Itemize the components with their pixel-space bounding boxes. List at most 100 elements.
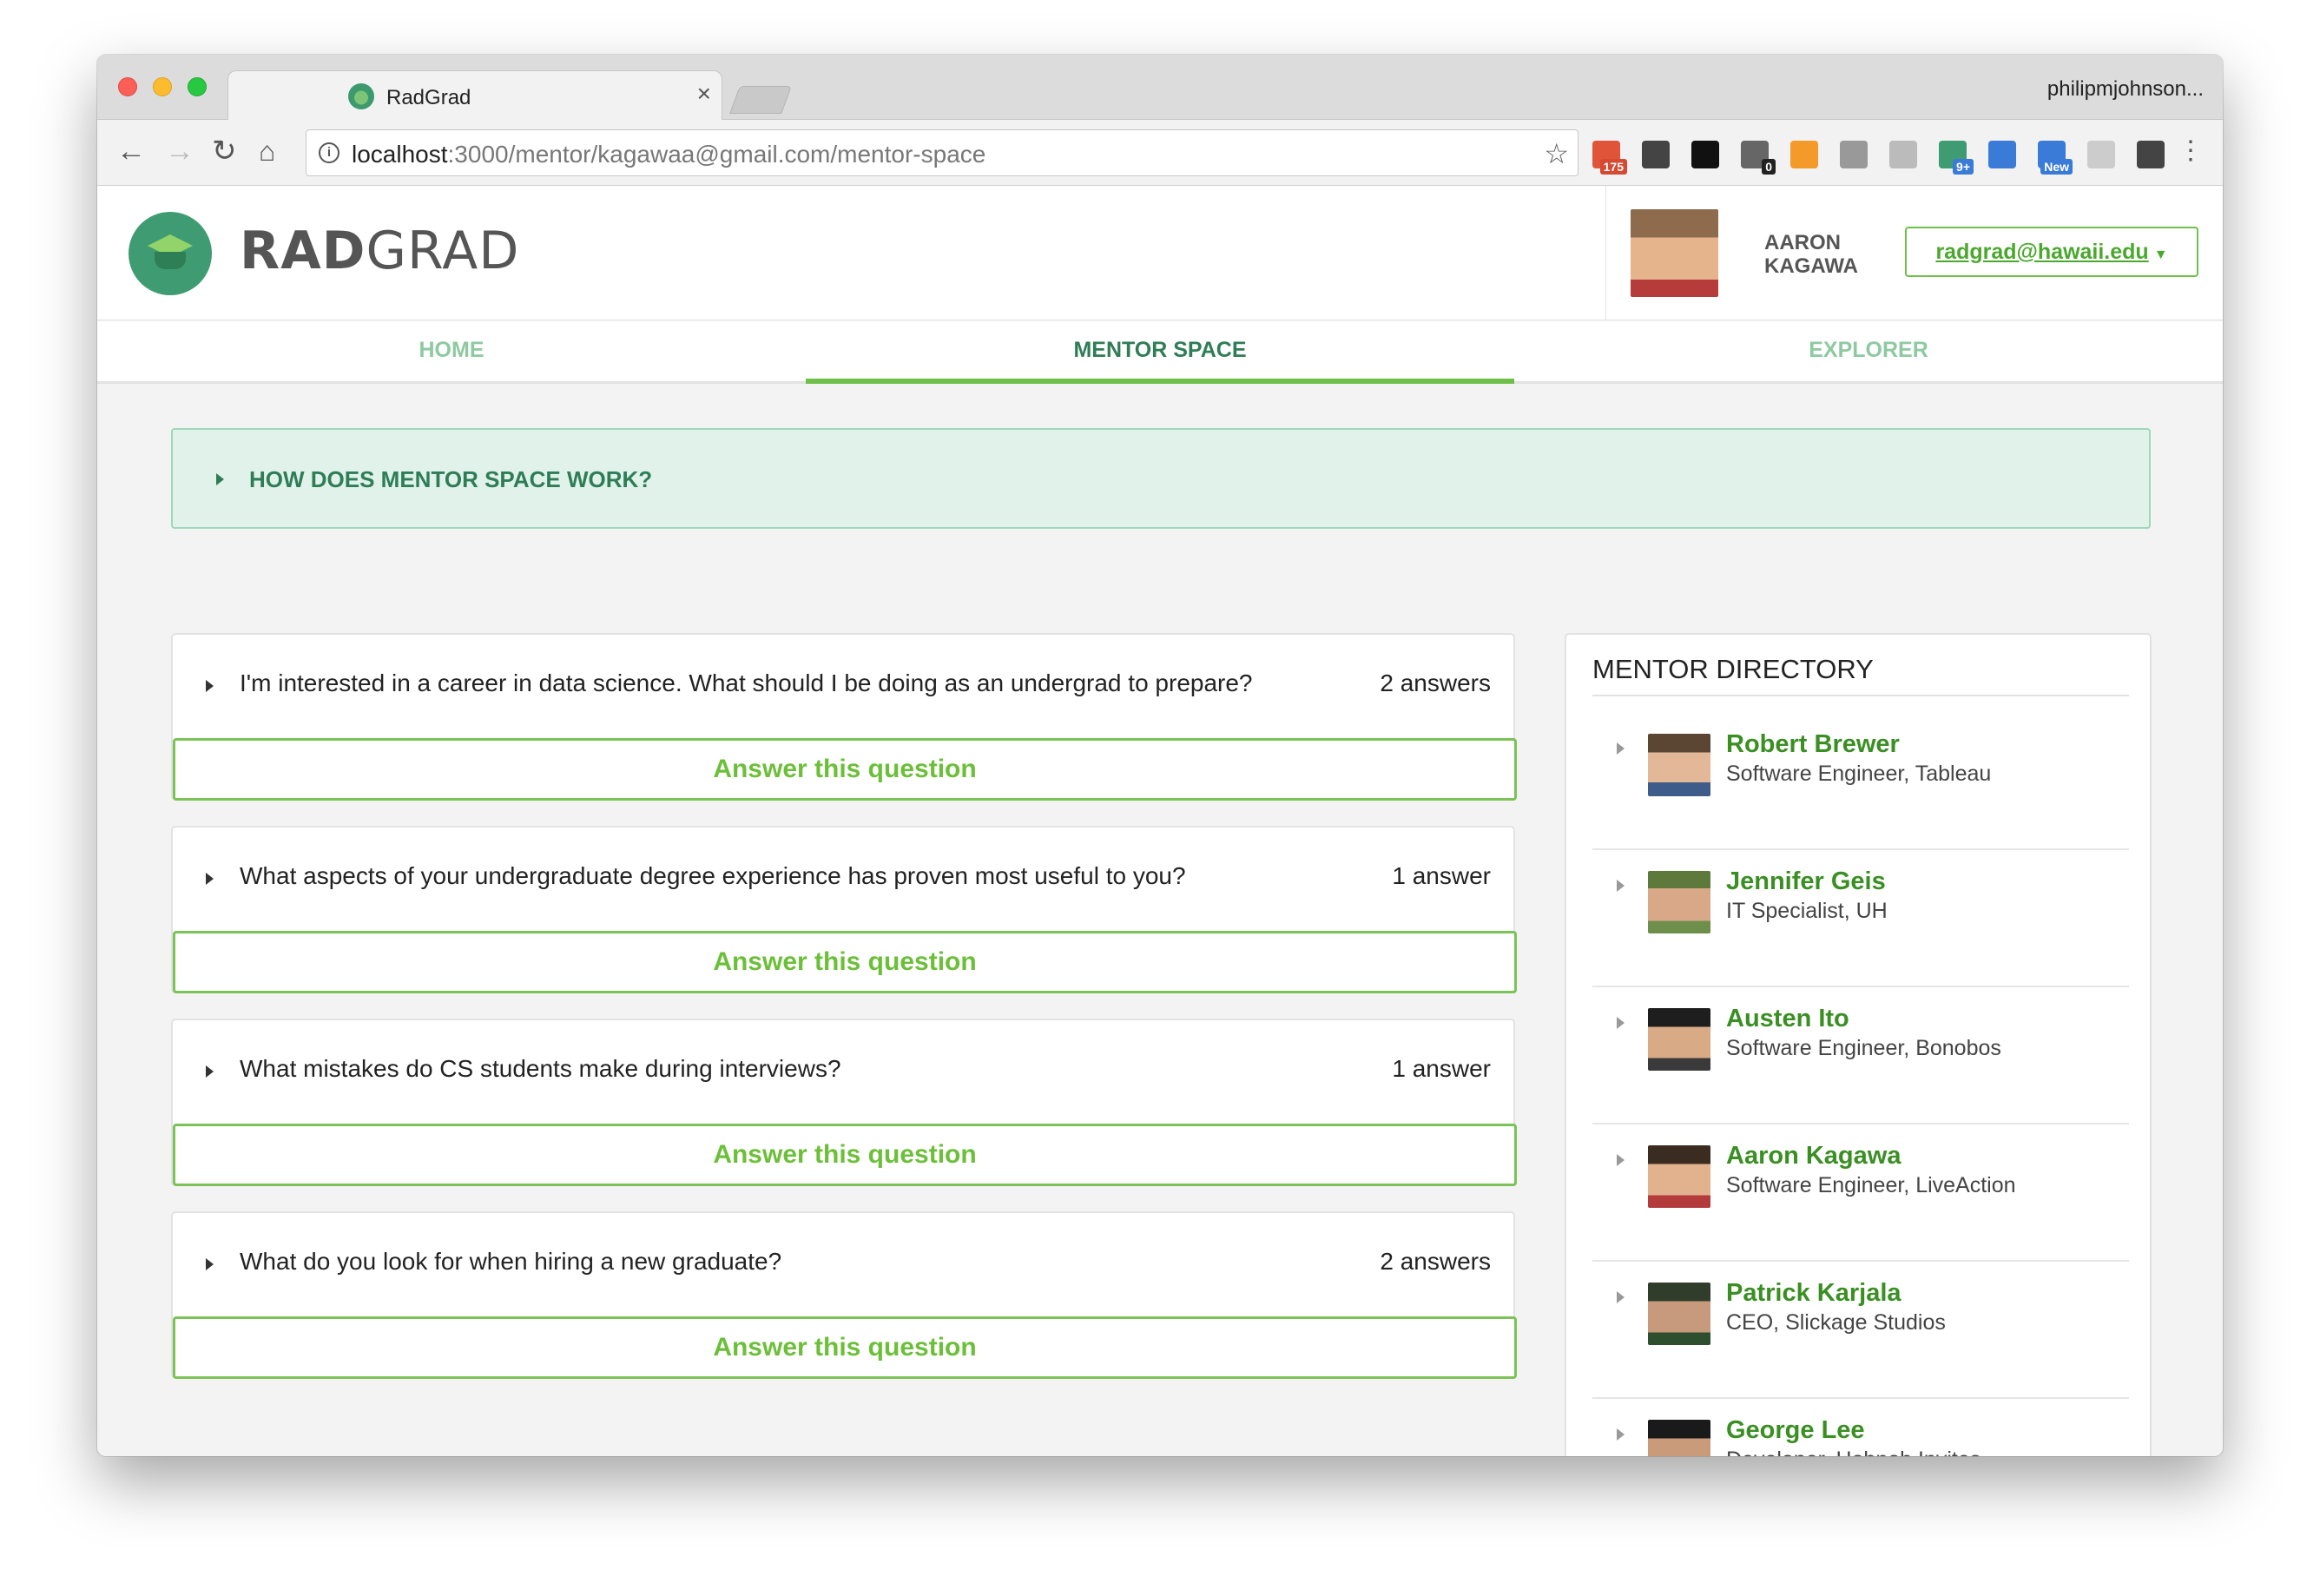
mentor-item[interactable]: Aaron Kagawa Software Engineer, LiveActio… xyxy=(1592,1124,2129,1262)
app-header: RADGRAD AARON KAGAWA radgrad@hawaii.edu ▼ xyxy=(97,186,2223,320)
lock-icon[interactable]: 0 xyxy=(1736,138,1776,175)
address-bar[interactable]: i localhost:3000/mentor/kagawaa@gmail.co… xyxy=(306,129,1579,176)
url-host: localhost xyxy=(352,141,448,168)
menu-kebab-icon[interactable]: ⋮ xyxy=(2178,135,2204,166)
mentor-role: IT Specialist, UH xyxy=(1726,899,1888,923)
extension-badge: New xyxy=(2040,159,2073,175)
nav-home[interactable]: HOME xyxy=(97,321,806,384)
caret-right-icon[interactable] xyxy=(206,1065,214,1078)
extension-badge: 175 xyxy=(1599,159,1627,175)
mentor-role: Software Engineer, Bonobos xyxy=(1726,1036,2001,1060)
back-arrow-icon[interactable]: ← xyxy=(116,134,146,168)
home-icon[interactable]: ⌂ xyxy=(259,134,275,168)
nav-mentor-space[interactable]: MENTOR SPACE xyxy=(806,321,1514,384)
eyedropper-icon[interactable] xyxy=(1983,138,2021,171)
new-tab-button[interactable] xyxy=(729,86,792,114)
mentor-avatar xyxy=(1648,871,1710,933)
caret-right-icon[interactable] xyxy=(206,873,214,885)
answer-count: 1 answer xyxy=(1392,862,1491,889)
minimize-window-button[interactable] xyxy=(153,77,172,96)
mentor-name[interactable]: Jennifer Geis xyxy=(1726,867,1886,896)
caret-right-icon[interactable] xyxy=(1617,742,1625,755)
header-divider xyxy=(1605,186,1606,320)
how-mentor-space-works-accordion[interactable]: HOW DOES MENTOR SPACE WORK? xyxy=(171,428,2151,529)
question-card: What mistakes do CS students make during… xyxy=(171,1019,1517,1186)
answer-count: 2 answers xyxy=(1380,1248,1491,1275)
onepassword-icon[interactable] xyxy=(1637,138,1675,171)
user-email-dropdown[interactable]: radgrad@hawaii.edu ▼ xyxy=(1905,227,2198,277)
nav-explorer[interactable]: EXPLORER xyxy=(1514,321,2223,384)
radgrad-logo-icon[interactable] xyxy=(129,212,212,295)
mentor-directory: MENTOR DIRECTORY Robert Brewer Software E… xyxy=(1565,633,2152,1456)
browser-tab[interactable]: RadGrad × xyxy=(227,70,722,121)
camera-icon[interactable] xyxy=(1835,138,1873,171)
mentor-item[interactable]: Patrick Karjala CEO, Slickage Studios xyxy=(1592,1262,2129,1399)
caret-right-icon[interactable] xyxy=(1617,1017,1625,1029)
zoom-window-button[interactable] xyxy=(188,77,207,96)
answer-count: 1 answer xyxy=(1392,1055,1491,1082)
mentor-name[interactable]: Aaron Kagawa xyxy=(1726,1142,1901,1171)
hangouts-icon[interactable]: 9+ xyxy=(1934,138,1974,175)
caret-right-icon[interactable] xyxy=(1617,1154,1625,1166)
question-text[interactable]: I'm interested in a career in data scien… xyxy=(240,669,1253,697)
drive-icon[interactable] xyxy=(1884,138,1922,171)
mentor-avatar xyxy=(1648,1283,1710,1345)
answer-question-button[interactable]: Answer this question xyxy=(173,738,1517,801)
tab-strip: RadGrad × philipmjohnson... xyxy=(97,55,2223,121)
radgrad-app: RADGRAD AARON KAGAWA radgrad@hawaii.edu ▼… xyxy=(97,186,2223,1456)
user-avatar xyxy=(1631,209,1718,297)
caret-right-icon[interactable] xyxy=(206,1258,214,1270)
mentor-name[interactable]: Austen Ito xyxy=(1726,1005,1849,1033)
answer-question-button[interactable]: Answer this question xyxy=(173,931,1517,993)
brand-light: GRAD xyxy=(366,221,520,281)
mentor-role: Developer, Hobnob Invites xyxy=(1726,1448,1981,1456)
chart-icon[interactable] xyxy=(1785,138,1823,171)
mentor-name[interactable]: George Lee xyxy=(1726,1416,1865,1445)
directory-title: MENTOR DIRECTORY xyxy=(1592,654,1874,684)
caret-right-icon[interactable] xyxy=(1617,1291,1625,1303)
caret-right-icon xyxy=(216,473,224,485)
close-window-button[interactable] xyxy=(118,77,137,96)
caret-right-icon[interactable] xyxy=(1617,1428,1625,1441)
mentor-name[interactable]: Patrick Karjala xyxy=(1726,1279,1901,1308)
reload-icon[interactable]: ↻ xyxy=(212,134,237,168)
info-icon[interactable]: i xyxy=(319,142,339,163)
answer-question-button[interactable]: Answer this question xyxy=(173,1316,1517,1379)
sync-icon[interactable] xyxy=(2132,138,2170,171)
bookmark-star-icon[interactable]: ☆ xyxy=(1544,137,1569,170)
mentor-avatar xyxy=(1648,734,1710,796)
extension-icons: 175 0 9+ New xyxy=(1587,135,2170,175)
mentor-name[interactable]: Robert Brewer xyxy=(1726,730,1900,759)
extension-badge: 9+ xyxy=(1953,159,1974,175)
profile-name[interactable]: philipmjohnson... xyxy=(2047,77,2204,102)
mentor-avatar xyxy=(1648,1420,1710,1456)
forward-arrow-icon[interactable]: → xyxy=(165,134,194,168)
mentor-item[interactable]: Austen Ito Software Engineer, Bonobos xyxy=(1592,987,2129,1124)
mentor-avatar xyxy=(1648,1008,1710,1071)
mentor-item[interactable]: Jennifer Geis IT Specialist, UH xyxy=(1592,850,2129,987)
question-card: What do you look for when hiring a new g… xyxy=(171,1211,1517,1379)
brand-bold: RAD xyxy=(240,221,366,281)
mentor-item[interactable]: Robert Brewer Software Engineer, Tableau xyxy=(1592,713,2129,850)
rss-icon[interactable]: 175 xyxy=(1587,138,1627,175)
screencast-icon[interactable]: New xyxy=(2033,138,2073,175)
caret-right-icon[interactable] xyxy=(1617,880,1625,892)
answer-question-button[interactable]: Answer this question xyxy=(173,1124,1517,1186)
cookie-icon[interactable] xyxy=(2082,138,2120,171)
question-text[interactable]: What aspects of your undergraduate degre… xyxy=(240,862,1186,890)
browser-window: RadGrad × philipmjohnson... ← → ↻ ⌂ i lo… xyxy=(97,55,2223,1456)
question-card: What aspects of your undergraduate degre… xyxy=(171,826,1517,993)
url-text[interactable]: localhost:3000/mentor/kagawaa@gmail.com/… xyxy=(352,141,985,168)
close-tab-icon[interactable]: × xyxy=(697,82,711,106)
browser-toolbar: ← → ↻ ⌂ i localhost:3000/mentor/kagawaa@… xyxy=(97,120,2223,186)
answer-count: 2 answers xyxy=(1380,669,1491,696)
extension-badge: 0 xyxy=(1762,159,1776,175)
question-text[interactable]: What mistakes do CS students make during… xyxy=(240,1055,841,1083)
jetbrains-icon[interactable] xyxy=(1686,138,1724,171)
caret-right-icon[interactable] xyxy=(206,680,214,692)
mentor-item[interactable]: George Lee Developer, Hobnob Invites xyxy=(1592,1399,2129,1456)
question-text[interactable]: What do you look for when hiring a new g… xyxy=(240,1248,781,1276)
chevron-down-icon: ▼ xyxy=(2153,247,2168,262)
brand-wordmark[interactable]: RADGRAD xyxy=(240,221,519,281)
mentor-role: CEO, Slickage Studios xyxy=(1726,1310,1946,1335)
